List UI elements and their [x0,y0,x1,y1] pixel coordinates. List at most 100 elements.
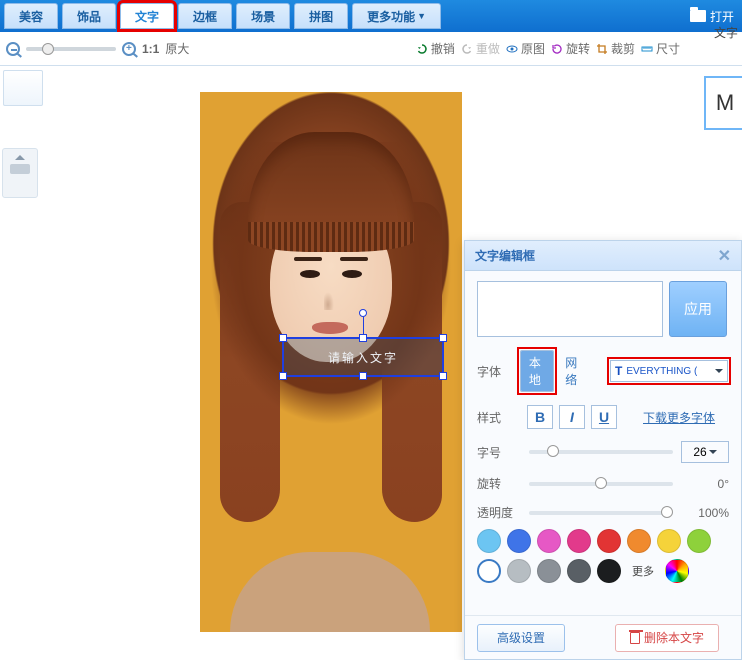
rotate-button[interactable]: 旋转 [551,40,590,57]
redo-button[interactable]: 重做 [461,40,500,57]
chevron-down-icon: ▼ [417,11,426,21]
undo-icon [416,43,428,55]
rotate-icon [551,43,563,55]
eye-icon [506,43,518,55]
zoom-out-icon[interactable] [6,42,20,56]
color-palette: 更多 [477,529,729,583]
color-swatch[interactable] [657,529,681,553]
color-swatch-selected[interactable] [477,559,501,583]
crop-button[interactable]: 裁剪 [596,40,635,57]
workspace: 文字 M 请输入文字 文字编辑框 ✕ [0,66,742,595]
color-swatch[interactable] [507,529,531,553]
font-name: EVERYTHING ( [626,366,697,377]
resize-handle[interactable] [439,334,447,342]
bold-button[interactable]: B [527,405,553,429]
style-label: 样式 [477,409,521,426]
opacity-slider[interactable] [529,511,673,515]
trash-icon [630,632,640,644]
font-label: 字体 [477,363,513,380]
delete-label: 删除本文字 [644,629,704,646]
tab-collage[interactable]: 拼图 [294,3,348,29]
size-value: 26 [693,445,706,459]
size-slider[interactable] [529,450,673,454]
chevron-down-icon [709,450,717,454]
undo-button[interactable]: 撤销 [416,40,455,57]
text-input[interactable] [477,281,663,337]
redo-icon [461,43,473,55]
font-select[interactable]: T EVERYTHING ( [610,360,728,382]
panel-footer: 高级设置 删除本文字 [465,615,741,659]
size-select[interactable]: 26 [681,441,729,463]
image-canvas[interactable]: 请输入文字 [200,92,462,632]
color-swatch[interactable] [627,529,651,553]
tab-more-label: 更多功能 [367,8,415,25]
delete-text-button[interactable]: 删除本文字 [615,624,719,652]
text-overlay-placeholder: 请输入文字 [328,349,398,366]
underline-button[interactable]: U [591,405,617,429]
color-swatch[interactable] [567,559,591,583]
ruler-icon [641,43,653,55]
size-label: 字号 [477,444,521,461]
resize-handle[interactable] [439,372,447,380]
tab-more[interactable]: 更多功能 ▼ [352,3,441,29]
resize-handle[interactable] [359,372,367,380]
text-style-swatch[interactable]: M [704,76,742,130]
color-picker-button[interactable] [665,559,689,583]
color-swatch[interactable] [477,529,501,553]
tab-border[interactable]: 边框 [178,3,232,29]
opacity-value: 100% [681,506,729,520]
font-source-local[interactable]: 本地 [521,351,553,391]
color-swatch[interactable] [507,559,531,583]
resize-handle[interactable] [279,372,287,380]
tab-beauty[interactable]: 美容 [4,3,58,29]
open-button[interactable]: 打开 [690,8,742,25]
advanced-button[interactable]: 高级设置 [477,624,565,652]
side-panel-item [10,164,30,174]
panel-title-bar[interactable]: 文字编辑框 ✕ [465,241,741,271]
tab-text[interactable]: 文字 [120,3,174,29]
top-tabs: 美容 饰品 文字 边框 场景 拼图 更多功能 ▼ 打开 [0,0,742,32]
color-swatch[interactable] [537,529,561,553]
zoom-in-icon[interactable] [122,42,136,56]
text-edit-panel: 文字编辑框 ✕ 应用 字体 本地 网络 T EVE [464,240,742,660]
download-fonts-link[interactable]: 下载更多字体 [643,409,715,426]
rotate-value: 0° [681,477,729,491]
zoom-slider[interactable] [26,47,116,51]
zoom-ratio[interactable]: 1:1 [142,42,159,56]
crop-icon [596,43,608,55]
font-source-segment: 本地 [520,350,554,392]
left-sidebar [0,66,46,110]
close-icon[interactable]: ✕ [718,246,731,266]
color-swatch[interactable] [537,559,561,583]
right-section-label: 文字 [714,24,738,41]
original-image-button[interactable]: 原图 [506,40,545,57]
zoom-original[interactable]: 原大 [165,40,189,57]
preview-thumb[interactable] [3,70,43,106]
tab-accessory[interactable]: 饰品 [62,3,116,29]
collapse-up-icon [15,155,25,160]
apply-button[interactable]: 应用 [669,281,727,337]
dimensions-button[interactable]: 尺寸 [641,40,680,57]
opacity-label: 透明度 [477,504,521,521]
font-select-highlight: T EVERYTHING ( [609,359,729,383]
rotate-label: 旋转 [477,475,521,492]
text-overlay[interactable]: 请输入文字 [282,337,444,377]
color-swatch[interactable] [597,559,621,583]
italic-button[interactable]: I [559,405,585,429]
resize-handle[interactable] [279,334,287,342]
panel-title: 文字编辑框 [475,247,535,264]
color-swatch[interactable] [567,529,591,553]
toolbar: 1:1 原大 撤销 重做 原图 旋转 裁剪 尺寸 [0,32,742,66]
side-panel[interactable] [2,148,38,198]
resize-handle[interactable] [359,334,367,342]
color-swatch[interactable] [597,529,621,553]
text-icon: T [615,364,622,378]
rotate-line [363,317,364,335]
rotate-handle[interactable] [359,309,367,317]
font-source-remote[interactable]: 网络 [561,351,589,391]
chevron-down-icon [715,369,723,373]
color-swatch[interactable] [687,529,711,553]
font-source-highlight: 本地 [519,349,555,393]
rotate-slider[interactable] [529,482,673,486]
tab-scene[interactable]: 场景 [236,3,290,29]
